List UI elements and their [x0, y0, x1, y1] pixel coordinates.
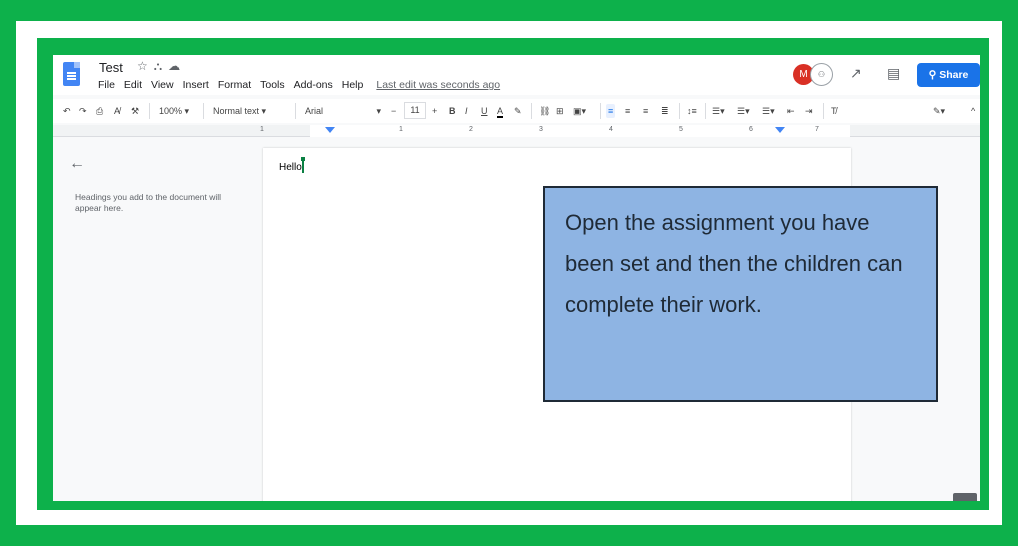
- right-indent-marker[interactable]: [775, 127, 785, 133]
- drive-icon[interactable]: ⛬: [154, 59, 168, 73]
- last-edit-link[interactable]: Last edit was seconds ago: [376, 79, 500, 91]
- ruler: 1 1 2 3 4 5 6 7: [53, 125, 980, 137]
- comment-icon[interactable]: ⊞: [556, 104, 564, 118]
- undo-icon[interactable]: ↶: [63, 104, 71, 118]
- ruler-number: 3: [539, 126, 543, 133]
- decrease-indent-icon[interactable]: ⇤: [787, 104, 795, 118]
- ruler-number: 1: [399, 126, 403, 133]
- checklist-icon[interactable]: ☰▾: [712, 104, 725, 118]
- collapse-icon[interactable]: ^: [971, 104, 975, 118]
- ruler-number: 2: [469, 126, 473, 133]
- bulleted-list-icon[interactable]: ☰▾: [737, 104, 750, 118]
- menu-help[interactable]: Help: [342, 79, 364, 91]
- top-bar: Test ☆⛬☁ File Edit View Insert Format To…: [53, 55, 980, 95]
- print-icon[interactable]: ⎙: [96, 104, 103, 118]
- menu-format[interactable]: Format: [218, 79, 251, 91]
- image-icon[interactable]: ▣▾: [573, 104, 586, 118]
- outline-back-arrow-icon[interactable]: ←: [69, 155, 85, 173]
- menu-file[interactable]: File: [98, 79, 115, 91]
- line-spacing-icon[interactable]: ↕≡: [687, 104, 697, 118]
- clear-formatting-icon[interactable]: T̸: [831, 104, 837, 118]
- spellcheck-icon[interactable]: A̸: [114, 104, 120, 118]
- menu-tools[interactable]: Tools: [260, 79, 285, 91]
- collaborators-icon[interactable]: ⚇: [810, 63, 833, 86]
- redo-icon[interactable]: ↷: [79, 104, 87, 118]
- outline-hint: Headings you add to the document will ap…: [75, 192, 222, 213]
- share-label: Share: [939, 69, 969, 81]
- zoom-select[interactable]: 100% ▾: [159, 104, 189, 118]
- left-indent-marker[interactable]: [325, 127, 335, 133]
- ruler-number: 6: [749, 126, 753, 133]
- ruler-number: 5: [679, 126, 683, 133]
- align-left-icon[interactable]: ≡: [606, 104, 616, 118]
- align-center-icon[interactable]: ≡: [625, 104, 630, 118]
- decrease-font-size-button[interactable]: −: [391, 104, 396, 118]
- doc-title[interactable]: Test: [99, 60, 123, 75]
- ruler-number: 7: [815, 126, 819, 133]
- instruction-callout: Open the assignment you have been set an…: [543, 186, 938, 402]
- menu-bar: File Edit View Insert Format Tools Add-o…: [98, 79, 500, 91]
- cloud-icon[interactable]: ☁: [168, 59, 186, 73]
- share-button[interactable]: ⚲ Share: [917, 63, 980, 87]
- toolbar: ↶ ↷ ⎙ A̸ ⚒ 100% ▾ Normal text ▾ Arial ▾ −…: [53, 99, 980, 123]
- align-right-icon[interactable]: ≡: [643, 104, 648, 118]
- increase-font-size-button[interactable]: +: [432, 104, 437, 118]
- docs-logo-icon[interactable]: [63, 62, 80, 86]
- align-justify-icon[interactable]: ≣: [661, 104, 669, 118]
- menu-view[interactable]: View: [151, 79, 174, 91]
- activity-trend-icon[interactable]: ↗: [850, 65, 862, 82]
- menu-addons[interactable]: Add-ons: [294, 79, 333, 91]
- font-size-input[interactable]: 11: [404, 102, 426, 119]
- menu-insert[interactable]: Insert: [183, 79, 209, 91]
- person-add-icon: ⚲: [928, 69, 937, 81]
- editing-mode-icon[interactable]: ✎▾: [933, 104, 945, 118]
- highlight-icon[interactable]: ✎: [514, 104, 522, 118]
- text-cursor: [301, 157, 305, 173]
- comments-icon[interactable]: ▤: [887, 65, 900, 82]
- ruler-number: 4: [609, 126, 613, 133]
- style-select[interactable]: Normal text ▾: [213, 104, 266, 118]
- numbered-list-icon[interactable]: ☰▾: [762, 104, 775, 118]
- link-icon[interactable]: ⛓: [539, 104, 550, 118]
- star-icon[interactable]: ☆: [137, 59, 154, 73]
- italic-icon[interactable]: I: [465, 104, 468, 118]
- underline-icon[interactable]: U: [481, 104, 488, 118]
- paint-format-icon[interactable]: ⚒: [131, 104, 139, 118]
- text-color-icon[interactable]: A: [497, 104, 504, 118]
- explore-button[interactable]: [953, 493, 977, 501]
- increase-indent-icon[interactable]: ⇥: [805, 104, 813, 118]
- ruler-number: 1: [260, 126, 264, 133]
- menu-edit[interactable]: Edit: [124, 79, 142, 91]
- document-text[interactable]: Hello: [279, 162, 302, 173]
- title-icons: ☆⛬☁: [137, 59, 186, 74]
- bold-icon[interactable]: B: [449, 104, 456, 118]
- font-select[interactable]: Arial ▾: [305, 104, 381, 118]
